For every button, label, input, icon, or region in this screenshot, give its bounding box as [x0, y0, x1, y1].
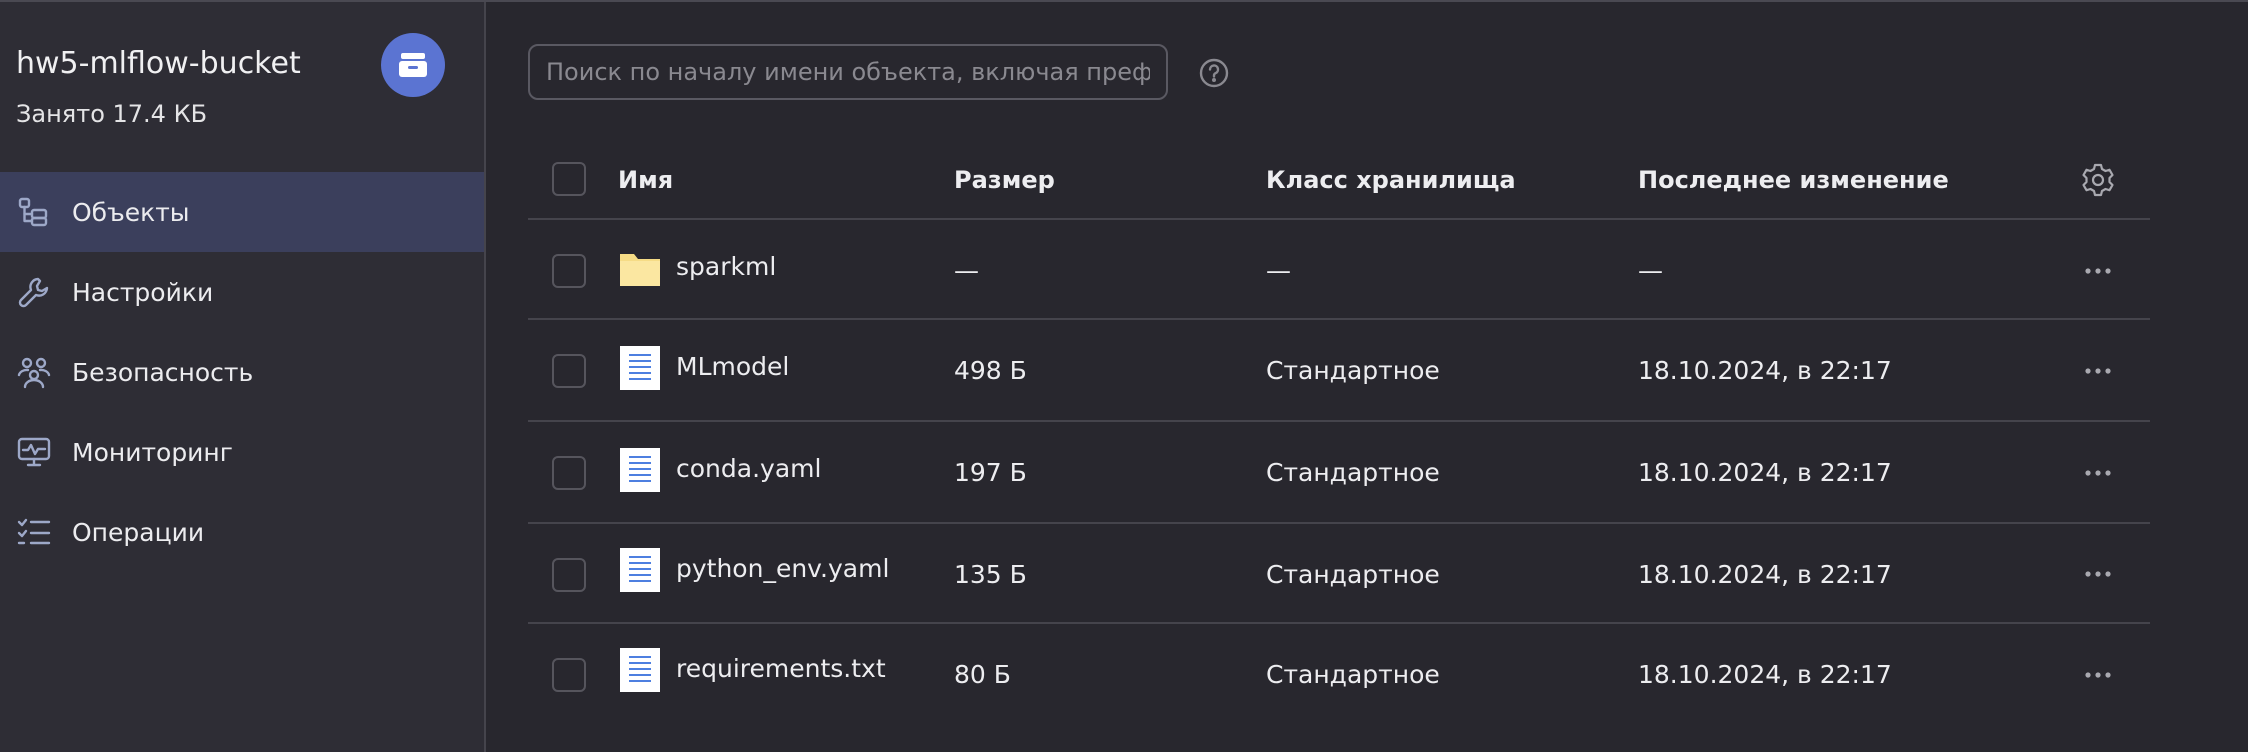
file-document-icon: [620, 448, 660, 492]
row-storage-class: Стандартное: [1266, 560, 1440, 589]
row-modified: —: [1638, 256, 1663, 285]
bucket-name: hw5-mlflow-bucket: [16, 46, 301, 81]
row-checkbox[interactable]: [552, 658, 586, 692]
search-input[interactable]: [528, 44, 1168, 100]
row-storage-class: —: [1266, 256, 1291, 285]
column-header-storage-class[interactable]: Класс хранилища: [1266, 166, 1516, 194]
table-header-divider: [528, 218, 2150, 220]
row-divider: [528, 622, 2150, 624]
row-modified: 18.10.2024, в 22:17: [1638, 458, 1892, 487]
question-circle-icon[interactable]: [1198, 57, 1230, 89]
file-document-icon: [620, 346, 660, 390]
row-divider: [528, 522, 2150, 524]
row-name[interactable]: conda.yaml: [676, 454, 821, 483]
sidebar-item-operations[interactable]: Операции: [0, 492, 484, 572]
column-header-name[interactable]: Имя: [618, 166, 673, 194]
sidebar-item-monitoring[interactable]: Мониторинг: [0, 412, 484, 492]
row-size: 80 Б: [954, 660, 1011, 689]
row-storage-class: Стандартное: [1266, 660, 1440, 689]
row-name[interactable]: requirements.txt: [676, 654, 886, 683]
row-checkbox[interactable]: [552, 558, 586, 592]
row-storage-class: Стандартное: [1266, 356, 1440, 385]
more-options-icon[interactable]: [2080, 463, 2116, 483]
row-modified: 18.10.2024, в 22:17: [1638, 356, 1892, 385]
folder-icon: [620, 254, 660, 286]
row-modified: 18.10.2024, в 22:17: [1638, 660, 1892, 689]
row-checkbox[interactable]: [552, 254, 586, 288]
sidebar-item-label: Объекты: [72, 197, 190, 227]
checklist-icon: [17, 518, 51, 545]
gear-icon[interactable]: [2080, 162, 2116, 198]
row-size: 197 Б: [954, 458, 1027, 487]
more-options-icon[interactable]: [2080, 261, 2116, 281]
column-header-size[interactable]: Размер: [954, 166, 1055, 194]
archive-box-icon: [399, 53, 427, 77]
sidebar-item-label: Операции: [72, 517, 205, 547]
select-all-checkbox[interactable]: [552, 162, 586, 196]
more-options-icon[interactable]: [2080, 361, 2116, 381]
row-size: —: [954, 256, 979, 285]
row-modified: 18.10.2024, в 22:17: [1638, 560, 1892, 589]
sidebar-item-label: Безопасность: [72, 357, 254, 387]
file-document-icon: [620, 648, 660, 692]
sidebar-item-security[interactable]: Безопасность: [0, 332, 484, 412]
row-size: 135 Б: [954, 560, 1027, 589]
sidebar-item-label: Мониторинг: [72, 437, 233, 467]
row-divider: [528, 318, 2150, 320]
row-divider: [528, 420, 2150, 422]
sidebar: hw5-mlflow-bucket Занято 17.4 КБ Объекты…: [0, 2, 486, 752]
row-size: 498 Б: [954, 356, 1027, 385]
row-checkbox[interactable]: [552, 354, 586, 388]
more-options-icon[interactable]: [2080, 564, 2116, 584]
row-checkbox[interactable]: [552, 456, 586, 490]
row-name[interactable]: python_env.yaml: [676, 554, 889, 583]
row-name[interactable]: sparkml: [676, 252, 776, 281]
objects-tree-icon: [18, 197, 48, 227]
monitor-pulse-icon: [17, 437, 51, 467]
row-storage-class: Стандартное: [1266, 458, 1440, 487]
wrench-icon: [18, 277, 49, 308]
sidebar-item-label: Настройки: [72, 277, 214, 307]
users-group-icon: [17, 357, 51, 389]
column-header-modified[interactable]: Последнее изменение: [1638, 166, 1949, 194]
row-name[interactable]: MLmodel: [676, 352, 789, 381]
bucket-avatar: [381, 33, 445, 97]
file-document-icon: [620, 548, 660, 592]
more-options-icon[interactable]: [2080, 665, 2116, 685]
sidebar-item-settings[interactable]: Настройки: [0, 252, 484, 332]
sidebar-item-objects[interactable]: Объекты: [0, 172, 484, 252]
bucket-used-space: Занято 17.4 КБ: [16, 100, 208, 128]
